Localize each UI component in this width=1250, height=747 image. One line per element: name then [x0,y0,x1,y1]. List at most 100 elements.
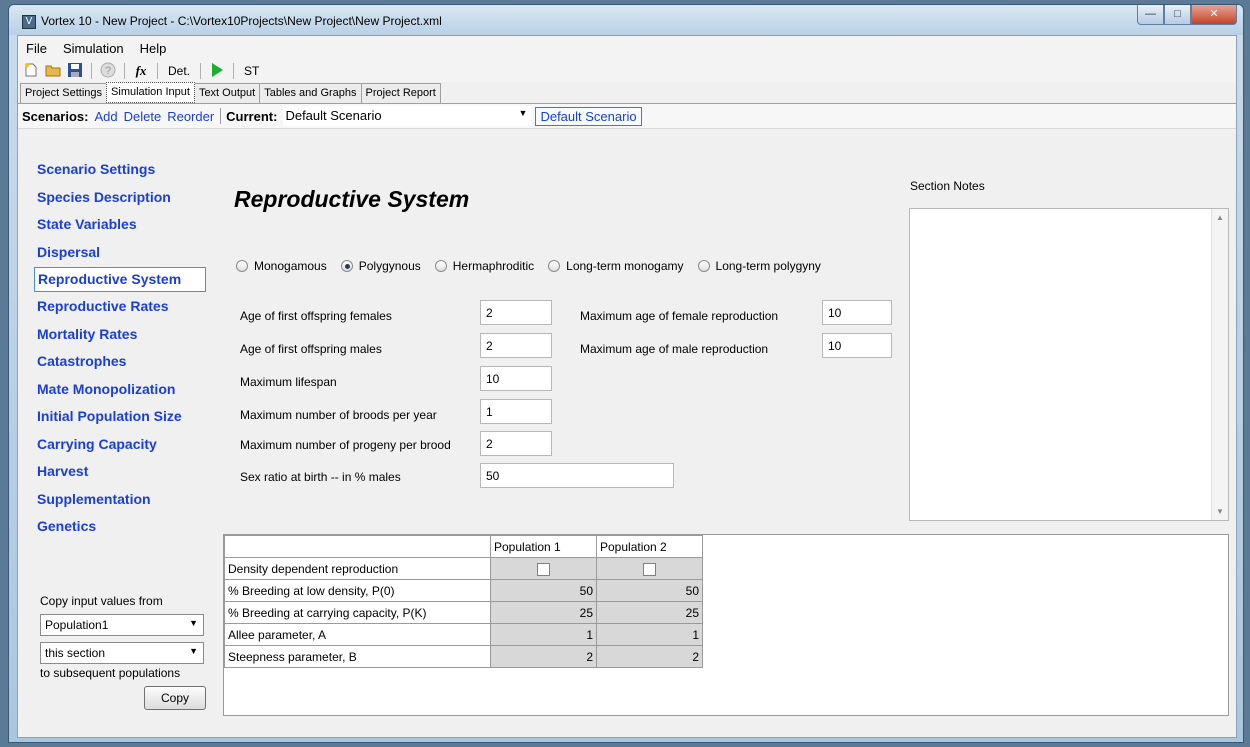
max-lifespan-input[interactable]: 10 [480,366,552,391]
radio-hermaphroditic[interactable]: Hermaphroditic [434,259,534,273]
max-age-male-input[interactable]: 10 [822,333,892,358]
run-icon[interactable] [208,62,226,80]
grid-col-population-1[interactable]: Population 1 [490,535,597,558]
density-dependent-checkbox-pop2[interactable] [596,557,703,580]
function-icon[interactable]: fx [132,62,150,80]
age-first-males-input[interactable]: 2 [480,333,552,358]
max-broods-input[interactable]: 1 [480,399,552,424]
client-area: File Simulation Help ? fx Det. ST Projec… [17,35,1237,738]
nav-reproductive-system[interactable]: Reproductive System [34,267,206,292]
copy-button[interactable]: Copy [144,686,206,710]
delete-scenario-link[interactable]: Delete [124,109,162,124]
radio-label: Long-term polygyny [715,259,821,273]
toolbar: ? fx Det. ST [18,60,1236,82]
grid-row-label: % Breeding at low density, P(0) [224,579,491,602]
nav-carrying-capacity[interactable]: Carrying Capacity [34,431,206,459]
save-icon[interactable] [66,62,84,80]
radio-button[interactable] [434,260,447,272]
grid-cell[interactable]: 2 [596,645,703,668]
nav-dispersal[interactable]: Dispersal [34,239,206,267]
tab-project-settings[interactable]: Project Settings [20,83,108,103]
nav-scenario-settings[interactable]: Scenario Settings [34,156,206,184]
notes-scrollbar[interactable]: ▲ ▼ [1211,209,1228,520]
current-label: Current: [226,108,278,124]
grid-row-label: Allee parameter, A [224,623,491,646]
grid-col-population-2[interactable]: Population 2 [596,535,703,558]
nav-catastrophes[interactable]: Catastrophes [34,348,206,376]
grid-cell[interactable]: 50 [596,579,703,602]
sex-ratio-input[interactable]: 50 [480,463,674,488]
toolbar-separator [124,63,125,79]
section-notes-textarea[interactable]: ▲ ▼ [909,208,1229,521]
minimize-button[interactable]: — [1137,5,1164,25]
st-button[interactable]: ST [241,64,262,78]
tab-text-output[interactable]: Text Output [193,83,261,103]
tab-project-report[interactable]: Project Report [360,83,441,103]
nav-genetics[interactable]: Genetics [34,513,206,541]
max-age-female-input[interactable]: 10 [822,300,892,325]
max-progeny-input[interactable]: 2 [480,431,552,456]
tab-tables-and-graphs[interactable]: Tables and Graphs [259,83,362,103]
chevron-down-icon: ▼ [518,108,528,118]
app-icon[interactable]: V [22,15,36,29]
nav-species-description[interactable]: Species Description [34,184,206,212]
deterministic-button[interactable]: Det. [165,64,193,78]
grid-cell[interactable]: 50 [490,579,597,602]
checkbox[interactable] [643,562,656,576]
population-grid: Population 1 Population 2 Density depend… [224,535,703,668]
menu-simulation[interactable]: Simulation [55,41,132,56]
radio-polygynous[interactable]: Polygynous [340,259,421,273]
radio-button-selected[interactable] [340,260,353,272]
radio-monogamous[interactable]: Monogamous [236,259,327,273]
scroll-down-icon[interactable]: ▼ [1216,507,1224,516]
nav-harvest[interactable]: Harvest [34,458,206,486]
grid-cell[interactable]: 1 [490,623,597,646]
current-scenario-select[interactable]: Default Scenario ▼ [283,106,532,126]
help-icon[interactable]: ? [99,62,117,80]
radio-long-term-monogamy[interactable]: Long-term monogamy [548,259,684,273]
grid-cell[interactable]: 25 [596,601,703,624]
age-first-females-input[interactable]: 2 [480,300,552,325]
nav-supplementation[interactable]: Supplementation [34,486,206,514]
copy-population-value: Population1 [45,618,109,632]
copy-section-value: this section [45,646,106,660]
grid-cell[interactable]: 2 [490,645,597,668]
population-grid-area: Population 1 Population 2 Density depend… [223,534,1229,716]
mating-system-radios: Monogamous Polygynous Hermaphroditic Lon… [236,259,821,273]
copy-section-select[interactable]: this section ▼ [40,642,204,664]
density-dependent-checkbox-pop1[interactable] [490,557,597,580]
section-notes-label: Section Notes [910,179,985,193]
grid-cell[interactable]: 1 [596,623,703,646]
main-tabs: Project Settings Simulation Input Text O… [20,82,441,103]
radio-button[interactable] [548,260,561,272]
nav-mortality-rates[interactable]: Mortality Rates [34,321,206,349]
nav-mate-monopolization[interactable]: Mate Monopolization [34,376,206,404]
nav-state-variables[interactable]: State Variables [34,211,206,239]
radio-button[interactable] [236,260,248,272]
nav-initial-population-size[interactable]: Initial Population Size [34,403,206,431]
menu-file[interactable]: File [18,41,55,56]
reorder-scenario-link[interactable]: Reorder [167,109,214,124]
close-button[interactable]: ✕ [1191,5,1237,25]
copy-population-select[interactable]: Population1 ▼ [40,614,204,636]
status-bar [18,729,1236,737]
checkbox[interactable] [537,562,550,576]
max-progeny-label: Maximum number of progeny per brood [240,438,451,452]
add-scenario-link[interactable]: Add [94,109,117,124]
scroll-up-icon[interactable]: ▲ [1216,213,1224,222]
maximize-button[interactable]: □ [1164,5,1191,25]
radio-label: Polygynous [358,259,421,273]
open-folder-icon[interactable] [44,62,62,80]
grid-cell[interactable]: 25 [490,601,597,624]
nav-reproductive-rates[interactable]: Reproductive Rates [34,293,206,321]
table-row: % Breeding at low density, P(0) 50 50 [224,579,703,602]
scenario-name-button[interactable]: Default Scenario [535,106,642,126]
caption-buttons: — □ ✕ [1137,5,1237,25]
new-file-icon[interactable] [22,62,40,80]
tab-simulation-input[interactable]: Simulation Input [106,82,195,103]
radio-long-term-polygyny[interactable]: Long-term polygyny [697,259,821,273]
radio-button[interactable] [697,260,710,272]
title-bar[interactable]: V Vortex 10 - New Project - C:\Vortex10P… [9,5,1243,35]
menu-help[interactable]: Help [132,41,175,56]
toolbar-separator [91,63,92,79]
